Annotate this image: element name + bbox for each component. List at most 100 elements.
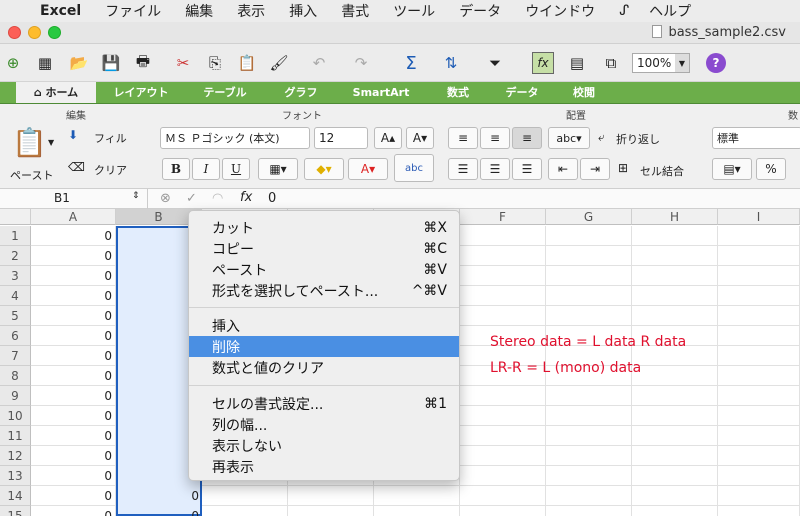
tab-smartart[interactable]: SmartArt <box>338 82 424 103</box>
grow-font-button[interactable]: A▴ <box>374 127 402 149</box>
menu-tools[interactable]: ツール <box>393 1 435 21</box>
menu-view[interactable]: 表示 <box>237 1 265 21</box>
menu-item-cut[interactable]: カット ⌘X <box>189 217 459 238</box>
cell-A11[interactable]: 0 <box>31 426 116 446</box>
row-header-9[interactable]: 9 <box>0 386 31 406</box>
enter-icon[interactable]: ✓ <box>186 191 197 206</box>
cell-F2[interactable] <box>460 246 546 266</box>
row-header-6[interactable]: 6 <box>0 326 31 346</box>
wrap-text-icon[interactable]: ⤶ <box>598 130 605 145</box>
align-top-button[interactable]: ≡ <box>448 127 478 149</box>
cell-A12[interactable]: 0 <box>31 446 116 466</box>
font-size-select[interactable]: 12 <box>314 127 368 149</box>
cell-G1[interactable] <box>546 226 632 246</box>
cell-H3[interactable] <box>632 266 718 286</box>
autosum-icon[interactable]: Σ <box>400 52 422 74</box>
cell-I2[interactable] <box>718 246 800 266</box>
menu-data[interactable]: データ <box>459 1 501 21</box>
cell-A8[interactable]: 0 <box>31 366 116 386</box>
tab-formulas[interactable]: 数式 <box>428 82 488 103</box>
menu-help[interactable]: ヘルプ <box>649 1 691 21</box>
new-icon[interactable]: ⊕ <box>2 52 24 74</box>
gallery-icon[interactable]: ▤ <box>566 52 588 74</box>
row-header-7[interactable]: 7 <box>0 346 31 366</box>
merge-icon[interactable]: ⊞ <box>618 161 628 175</box>
script-icon[interactable]: ᔑ <box>619 3 629 19</box>
menu-item-paste-special[interactable]: 形式を選択してペースト... ^⌘V <box>189 280 459 301</box>
cell-I1[interactable] <box>718 226 800 246</box>
bold-button[interactable]: B <box>162 158 190 180</box>
cell-H15[interactable] <box>632 506 718 516</box>
row-header-10[interactable]: 10 <box>0 406 31 426</box>
menu-edit[interactable]: 編集 <box>185 1 213 21</box>
cell-D14[interactable] <box>288 486 374 506</box>
fx-icon[interactable]: fx <box>240 190 252 205</box>
align-middle-button[interactable]: ≡ <box>480 127 510 149</box>
cell-A1[interactable]: 0 <box>31 226 116 246</box>
percent-button[interactable]: % <box>756 158 786 180</box>
menu-format[interactable]: 書式 <box>341 1 369 21</box>
tab-charts[interactable]: グラフ <box>268 82 334 103</box>
cell-I9[interactable] <box>718 386 800 406</box>
merge-cells-button[interactable]: セル結合 <box>640 163 684 179</box>
name-box[interactable]: B1 ⇕ <box>0 189 148 209</box>
tab-review[interactable]: 校閲 <box>556 82 612 103</box>
filter-icon[interactable]: ⏷ <box>484 52 506 74</box>
menu-item-copy[interactable]: コピー ⌘C <box>189 238 459 259</box>
cancel-icon[interactable]: ⊗ <box>160 191 171 206</box>
cell-I14[interactable] <box>718 486 800 506</box>
cell-H8[interactable] <box>632 366 718 386</box>
cell-I5[interactable] <box>718 306 800 326</box>
orientation-button[interactable]: abc ▾ <box>548 127 590 149</box>
column-header-I[interactable]: I <box>718 209 800 225</box>
underline-button[interactable]: U <box>222 158 250 180</box>
column-header-G[interactable]: G <box>546 209 632 225</box>
cell-G2[interactable] <box>546 246 632 266</box>
cell-A7[interactable]: 0 <box>31 346 116 366</box>
cell-H10[interactable] <box>632 406 718 426</box>
cell-I6[interactable] <box>718 326 800 346</box>
templates-icon[interactable]: ▦ <box>34 52 56 74</box>
select-all-corner[interactable] <box>0 209 31 225</box>
cell-I8[interactable] <box>718 366 800 386</box>
row-header-13[interactable]: 13 <box>0 466 31 486</box>
cell-G5[interactable] <box>546 306 632 326</box>
increase-indent-button[interactable]: ⇥ <box>580 158 610 180</box>
row-header-15[interactable]: 15 <box>0 506 31 516</box>
column-header-F[interactable]: F <box>460 209 546 225</box>
cell-B15[interactable]: 0 <box>116 506 202 516</box>
cell-A14[interactable]: 0 <box>31 486 116 506</box>
menu-item-format-cells[interactable]: セルの書式設定... ⌘1 <box>189 393 459 414</box>
close-window-button[interactable] <box>8 26 21 39</box>
align-left-button[interactable]: ☰ <box>448 158 478 180</box>
cell-C15[interactable] <box>202 506 288 516</box>
cell-F12[interactable] <box>460 446 546 466</box>
borders-button[interactable]: ▦▾ <box>258 158 298 180</box>
cell-I13[interactable] <box>718 466 800 486</box>
toolbox-icon[interactable]: ⧉ <box>600 52 622 74</box>
cell-H14[interactable] <box>632 486 718 506</box>
cell-G10[interactable] <box>546 406 632 426</box>
paste-dropdown-icon[interactable]: ▼ <box>48 138 54 147</box>
row-header-1[interactable]: 1 <box>0 226 31 246</box>
zoom-window-button[interactable] <box>48 26 61 39</box>
cell-I10[interactable] <box>718 406 800 426</box>
cell-F14[interactable] <box>460 486 546 506</box>
cell-G12[interactable] <box>546 446 632 466</box>
shrink-font-button[interactable]: A▾ <box>406 127 434 149</box>
cell-G3[interactable] <box>546 266 632 286</box>
row-header-8[interactable]: 8 <box>0 366 31 386</box>
app-menu[interactable]: Excel <box>40 3 81 19</box>
tab-home[interactable]: ⌂ ホーム <box>16 82 96 103</box>
redo-icon[interactable]: ↷ <box>350 52 372 74</box>
cell-I3[interactable] <box>718 266 800 286</box>
cell-A4[interactable]: 0 <box>31 286 116 306</box>
cell-I12[interactable] <box>718 446 800 466</box>
paste-icon[interactable]: 📋 <box>236 52 258 74</box>
menu-insert[interactable]: 挿入 <box>289 1 317 21</box>
currency-button[interactable]: ▤▾ <box>712 158 752 180</box>
cell-G4[interactable] <box>546 286 632 306</box>
row-header-3[interactable]: 3 <box>0 266 31 286</box>
cell-G9[interactable] <box>546 386 632 406</box>
paste-big-icon[interactable]: 📋 <box>12 126 47 159</box>
